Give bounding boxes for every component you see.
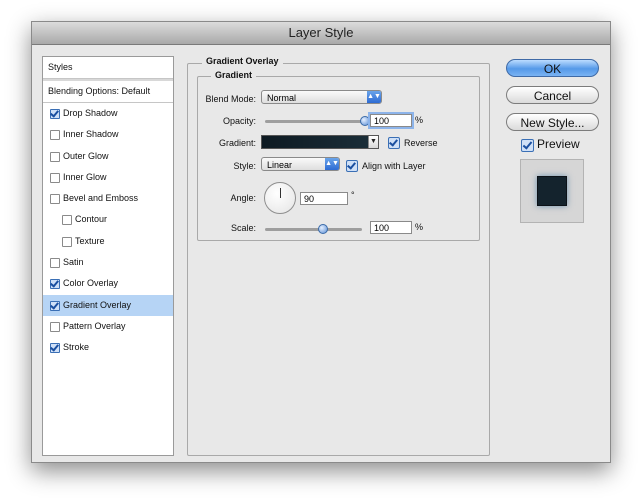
angle-label: Angle: <box>230 193 256 203</box>
style-item-label: Inner Shadow <box>63 129 119 140</box>
drop-shadow-checkbox[interactable] <box>50 109 60 119</box>
blend-mode-value: Normal <box>267 93 297 103</box>
style-item-label: Bevel and Emboss <box>63 193 139 204</box>
style-item-label: Drop Shadow <box>63 108 118 118</box>
group-title: Gradient <box>211 70 257 80</box>
angle-input[interactable]: 90 <box>300 192 348 205</box>
blend-mode-select[interactable]: Normal ▲▼ <box>261 90 382 104</box>
style-item-satin[interactable]: Satin <box>43 252 173 273</box>
style-item-inner-glow[interactable]: Inner Glow <box>43 167 173 188</box>
style-value: Linear <box>267 160 293 170</box>
style-item-label: Color Overlay <box>63 278 119 289</box>
blending-options-item[interactable]: Blending Options: Default <box>43 79 173 103</box>
dropdown-arrow-icon[interactable]: ▼ <box>368 136 378 148</box>
align-with-layer-label: Align with Layer <box>362 161 426 171</box>
reverse-checkbox[interactable] <box>388 137 400 149</box>
style-item-outer-glow[interactable]: Outer Glow <box>43 146 173 167</box>
style-item-inner-shadow[interactable]: Inner Shadow <box>43 124 173 145</box>
style-item-stroke[interactable]: Stroke <box>43 337 173 358</box>
blend-mode-label: Blend Mode: <box>205 94 256 104</box>
style-item-label: Inner Glow <box>63 171 107 182</box>
opacity-slider-track[interactable] <box>265 120 365 123</box>
inner-shadow-checkbox[interactable] <box>50 130 60 141</box>
bevel-emboss-checkbox[interactable] <box>50 194 60 205</box>
section-title: Gradient Overlay <box>202 56 283 66</box>
align-with-layer-checkbox[interactable] <box>346 160 358 172</box>
angle-unit: ° <box>351 190 355 200</box>
style-item-contour[interactable]: Contour <box>43 209 173 230</box>
opacity-unit: % <box>415 115 424 125</box>
gradient-label: Gradient: <box>218 138 256 148</box>
gradient-overlay-checkbox[interactable] <box>50 300 60 311</box>
style-item-label: Contour <box>75 214 108 225</box>
color-overlay-checkbox[interactable] <box>50 279 60 290</box>
scale-slider-track[interactable] <box>265 228 362 231</box>
style-item-pattern-overlay[interactable]: Pattern Overlay <box>43 316 173 337</box>
opacity-input[interactable]: 100 <box>370 114 412 127</box>
reverse-label: Reverse <box>404 138 438 148</box>
opacity-label: Opacity: <box>222 116 256 126</box>
satin-checkbox[interactable] <box>50 258 60 269</box>
inner-glow-checkbox[interactable] <box>50 172 60 183</box>
opacity-slider-thumb[interactable] <box>360 116 370 126</box>
style-item-texture[interactable]: Texture <box>43 231 173 252</box>
style-label: Style: <box>233 161 256 171</box>
angle-needle <box>280 188 281 198</box>
angle-dial[interactable] <box>264 182 296 214</box>
scale-label: Scale: <box>230 223 256 233</box>
style-item-gradient-overlay[interactable]: Gradient Overlay <box>43 294 173 316</box>
style-item-label: Outer Glow <box>63 150 109 161</box>
window-title: Layer Style <box>32 22 610 45</box>
stroke-checkbox[interactable] <box>50 343 60 354</box>
style-item-label: Stroke <box>63 342 90 353</box>
gradient-picker[interactable]: ▼ <box>261 135 379 149</box>
contour-checkbox[interactable] <box>62 215 72 226</box>
pattern-overlay-checkbox[interactable] <box>50 321 60 332</box>
ok-button[interactable]: OK <box>506 59 599 77</box>
scale-unit: % <box>415 222 424 232</box>
scale-input[interactable]: 100 <box>370 221 412 234</box>
style-item-label: Satin <box>63 257 84 268</box>
updown-arrow-icon: ▲▼ <box>325 158 339 170</box>
style-item-label: Texture <box>75 235 105 246</box>
layer-style-dialog: Layer Style Styles Blending Options: Def… <box>31 21 611 463</box>
preview-checkbox[interactable] <box>521 139 534 152</box>
style-item-bevel-emboss[interactable]: Bevel and Emboss <box>43 188 173 209</box>
style-select[interactable]: Linear ▲▼ <box>261 157 340 171</box>
preview-label: Preview <box>537 137 580 151</box>
texture-checkbox[interactable] <box>62 236 72 247</box>
cancel-button[interactable]: Cancel <box>506 86 599 104</box>
style-item-label: Pattern Overlay <box>63 320 126 331</box>
style-item-drop-shadow[interactable]: Drop Shadow <box>43 103 173 124</box>
style-item-label: Gradient Overlay <box>63 299 132 310</box>
style-item-color-overlay[interactable]: Color Overlay <box>43 273 173 294</box>
preview-swatch <box>537 176 567 206</box>
styles-header[interactable]: Styles <box>43 57 173 79</box>
styles-list: Styles Blending Options: Default Drop Sh… <box>42 56 174 456</box>
outer-glow-checkbox[interactable] <box>50 151 60 162</box>
style-preview <box>520 159 584 223</box>
new-style-button[interactable]: New Style... <box>506 113 599 131</box>
updown-arrow-icon: ▲▼ <box>367 91 381 103</box>
